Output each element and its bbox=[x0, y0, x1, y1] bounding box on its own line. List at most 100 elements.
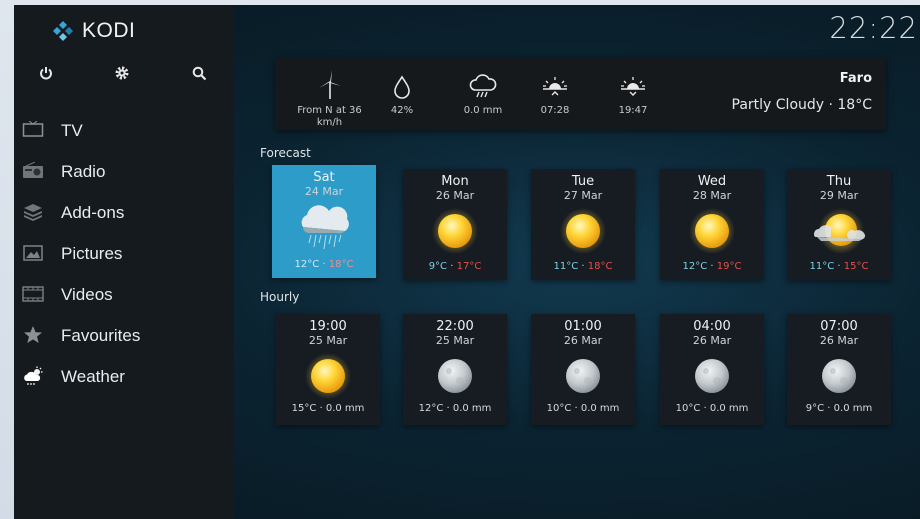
partly-sunny-icon bbox=[787, 206, 891, 256]
low-temp: 12°C bbox=[682, 261, 708, 272]
moon-icon bbox=[531, 351, 635, 401]
forecast-temps: 12°C · 19°C bbox=[682, 261, 742, 272]
pictures-icon bbox=[22, 243, 44, 263]
sidebar-item-weather[interactable]: Weather bbox=[14, 356, 234, 397]
forecast-temps: 12°C · 18°C bbox=[294, 259, 354, 270]
hourly-date: 26 Mar bbox=[692, 334, 732, 347]
app-name: KODI bbox=[82, 19, 136, 42]
hourly-temp: 12°C · 0.0 mm bbox=[418, 403, 492, 414]
humidity-value: 42% bbox=[390, 105, 414, 116]
sidebar-item-label: Pictures bbox=[61, 243, 123, 263]
sun-icon bbox=[531, 206, 635, 256]
radio-icon bbox=[22, 161, 44, 181]
sun-icon bbox=[403, 206, 507, 256]
power-icon[interactable] bbox=[34, 61, 58, 85]
sidebar-item-favourites[interactable]: Favourites bbox=[14, 315, 234, 356]
high-temp: 18°C bbox=[587, 261, 613, 272]
droplet-icon bbox=[381, 67, 423, 99]
sidebar: KODI TV Radio Add-ons Pictures Videos Fa… bbox=[14, 5, 234, 519]
rain-cloud-outline-icon bbox=[453, 67, 513, 99]
kodi-logo-icon bbox=[53, 21, 73, 41]
forecast-day: Thu bbox=[826, 174, 852, 189]
weather-icon bbox=[22, 366, 44, 386]
sidebar-item-label: Favourites bbox=[61, 325, 141, 345]
hourly-time: 04:00 bbox=[693, 319, 731, 334]
hourly-time: 19:00 bbox=[309, 319, 347, 334]
wind-stat: From N at 36 km/h bbox=[287, 67, 372, 129]
location-name: Faro bbox=[839, 71, 872, 86]
hourly-temp: 9°C · 0.0 mm bbox=[805, 403, 873, 414]
forecast-card[interactable]: Mon 26 Mar 9°C · 17°C bbox=[403, 169, 507, 280]
precipitation-value: 0.0 mm bbox=[463, 105, 503, 116]
forecast-day: Mon bbox=[441, 174, 469, 189]
sidebar-item-videos[interactable]: Videos bbox=[14, 274, 234, 315]
forecast-card[interactable]: Thu 29 Mar 11°C · 15°C bbox=[787, 169, 891, 280]
sunrise-icon bbox=[533, 67, 577, 99]
hourly-card[interactable]: 04:00 26 Mar 10°C · 0.0 mm bbox=[660, 314, 764, 425]
hourly-heading: Hourly bbox=[260, 290, 300, 304]
low-temp: 9°C bbox=[428, 261, 448, 272]
forecast-day: Tue bbox=[571, 174, 595, 189]
main-menu: TV Radio Add-ons Pictures Videos Favouri… bbox=[14, 110, 234, 397]
hourly-time: 22:00 bbox=[436, 319, 474, 334]
sidebar-item-label: Add-ons bbox=[61, 202, 125, 222]
clock: 22:22 bbox=[829, 11, 918, 45]
forecast-day: Wed bbox=[697, 174, 727, 189]
forecast-card[interactable]: Tue 27 Mar 11°C · 18°C bbox=[531, 169, 635, 280]
hourly-card[interactable]: 19:00 25 Mar 15°C · 0.0 mm bbox=[276, 314, 380, 425]
forecast-heading: Forecast bbox=[260, 146, 311, 160]
hourly-card[interactable]: 22:00 25 Mar 12°C · 0.0 mm bbox=[403, 314, 507, 425]
forecast-card-selected[interactable]: Sat 24 Mar 12°C · 18°C bbox=[272, 165, 376, 278]
forecast-card[interactable]: Wed 28 Mar 12°C · 19°C bbox=[660, 169, 764, 280]
low-temp: 11°C bbox=[809, 261, 835, 272]
hourly-date: 25 Mar bbox=[308, 334, 348, 347]
current-condition: Partly Cloudy · 18°C bbox=[731, 97, 872, 113]
hourly-temp: 10°C · 0.0 mm bbox=[546, 403, 620, 414]
hourly-time: 07:00 bbox=[820, 319, 858, 334]
forecast-temps: 11°C · 18°C bbox=[553, 261, 613, 272]
sunrise-value: 07:28 bbox=[540, 105, 570, 116]
precipitation-stat: 0.0 mm bbox=[453, 67, 513, 117]
forecast-date: 27 Mar bbox=[563, 189, 603, 202]
high-temp: 19°C bbox=[716, 261, 742, 272]
forecast-date: 28 Mar bbox=[692, 189, 732, 202]
sidebar-item-pictures[interactable]: Pictures bbox=[14, 233, 234, 274]
hourly-date: 26 Mar bbox=[819, 334, 859, 347]
tv-icon bbox=[22, 120, 44, 140]
sidebar-item-addons[interactable]: Add-ons bbox=[14, 192, 234, 233]
current-conditions-panel: From N at 36 km/h 42% 0.0 mm 07:28 19:47 bbox=[275, 57, 886, 130]
hourly-card[interactable]: 07:00 26 Mar 9°C · 0.0 mm bbox=[787, 314, 891, 425]
hourly-card[interactable]: 01:00 26 Mar 10°C · 0.0 mm bbox=[531, 314, 635, 425]
forecast-temps: 9°C · 17°C bbox=[428, 261, 482, 272]
moon-icon bbox=[660, 351, 764, 401]
forecast-date: 24 Mar bbox=[304, 185, 344, 198]
high-temp: 15°C bbox=[843, 261, 869, 272]
sidebar-item-tv[interactable]: TV bbox=[14, 110, 234, 151]
high-temp: 18°C bbox=[328, 259, 354, 270]
hourly-temp: 15°C · 0.0 mm bbox=[291, 403, 365, 414]
hourly-temp: 10°C · 0.0 mm bbox=[675, 403, 749, 414]
sunrise-stat: 07:28 bbox=[533, 67, 577, 117]
moon-icon bbox=[403, 351, 507, 401]
forecast-temps: 11°C · 15°C bbox=[809, 261, 869, 272]
kodi-window: KODI TV Radio Add-ons Pictures Videos Fa… bbox=[14, 5, 920, 519]
gear-icon[interactable] bbox=[110, 61, 134, 85]
search-icon[interactable] bbox=[187, 61, 211, 85]
forecast-date: 29 Mar bbox=[819, 189, 859, 202]
forecast-day: Sat bbox=[313, 170, 335, 185]
top-icon-bar bbox=[14, 61, 234, 85]
addons-icon bbox=[22, 202, 44, 222]
sun-icon bbox=[276, 351, 380, 401]
sidebar-item-label: Videos bbox=[61, 284, 113, 304]
hourly-date: 25 Mar bbox=[435, 334, 475, 347]
sidebar-item-label: Radio bbox=[61, 161, 106, 181]
low-temp: 11°C bbox=[553, 261, 579, 272]
sunset-value: 19:47 bbox=[618, 105, 648, 116]
sidebar-item-radio[interactable]: Radio bbox=[14, 151, 234, 192]
forecast-date: 26 Mar bbox=[435, 189, 475, 202]
wind-turbine-icon bbox=[287, 67, 372, 99]
star-icon bbox=[22, 325, 44, 345]
wind-value: From N at 36 km/h bbox=[297, 105, 362, 128]
sunset-stat: 19:47 bbox=[611, 67, 655, 117]
sidebar-item-label: Weather bbox=[61, 366, 125, 386]
